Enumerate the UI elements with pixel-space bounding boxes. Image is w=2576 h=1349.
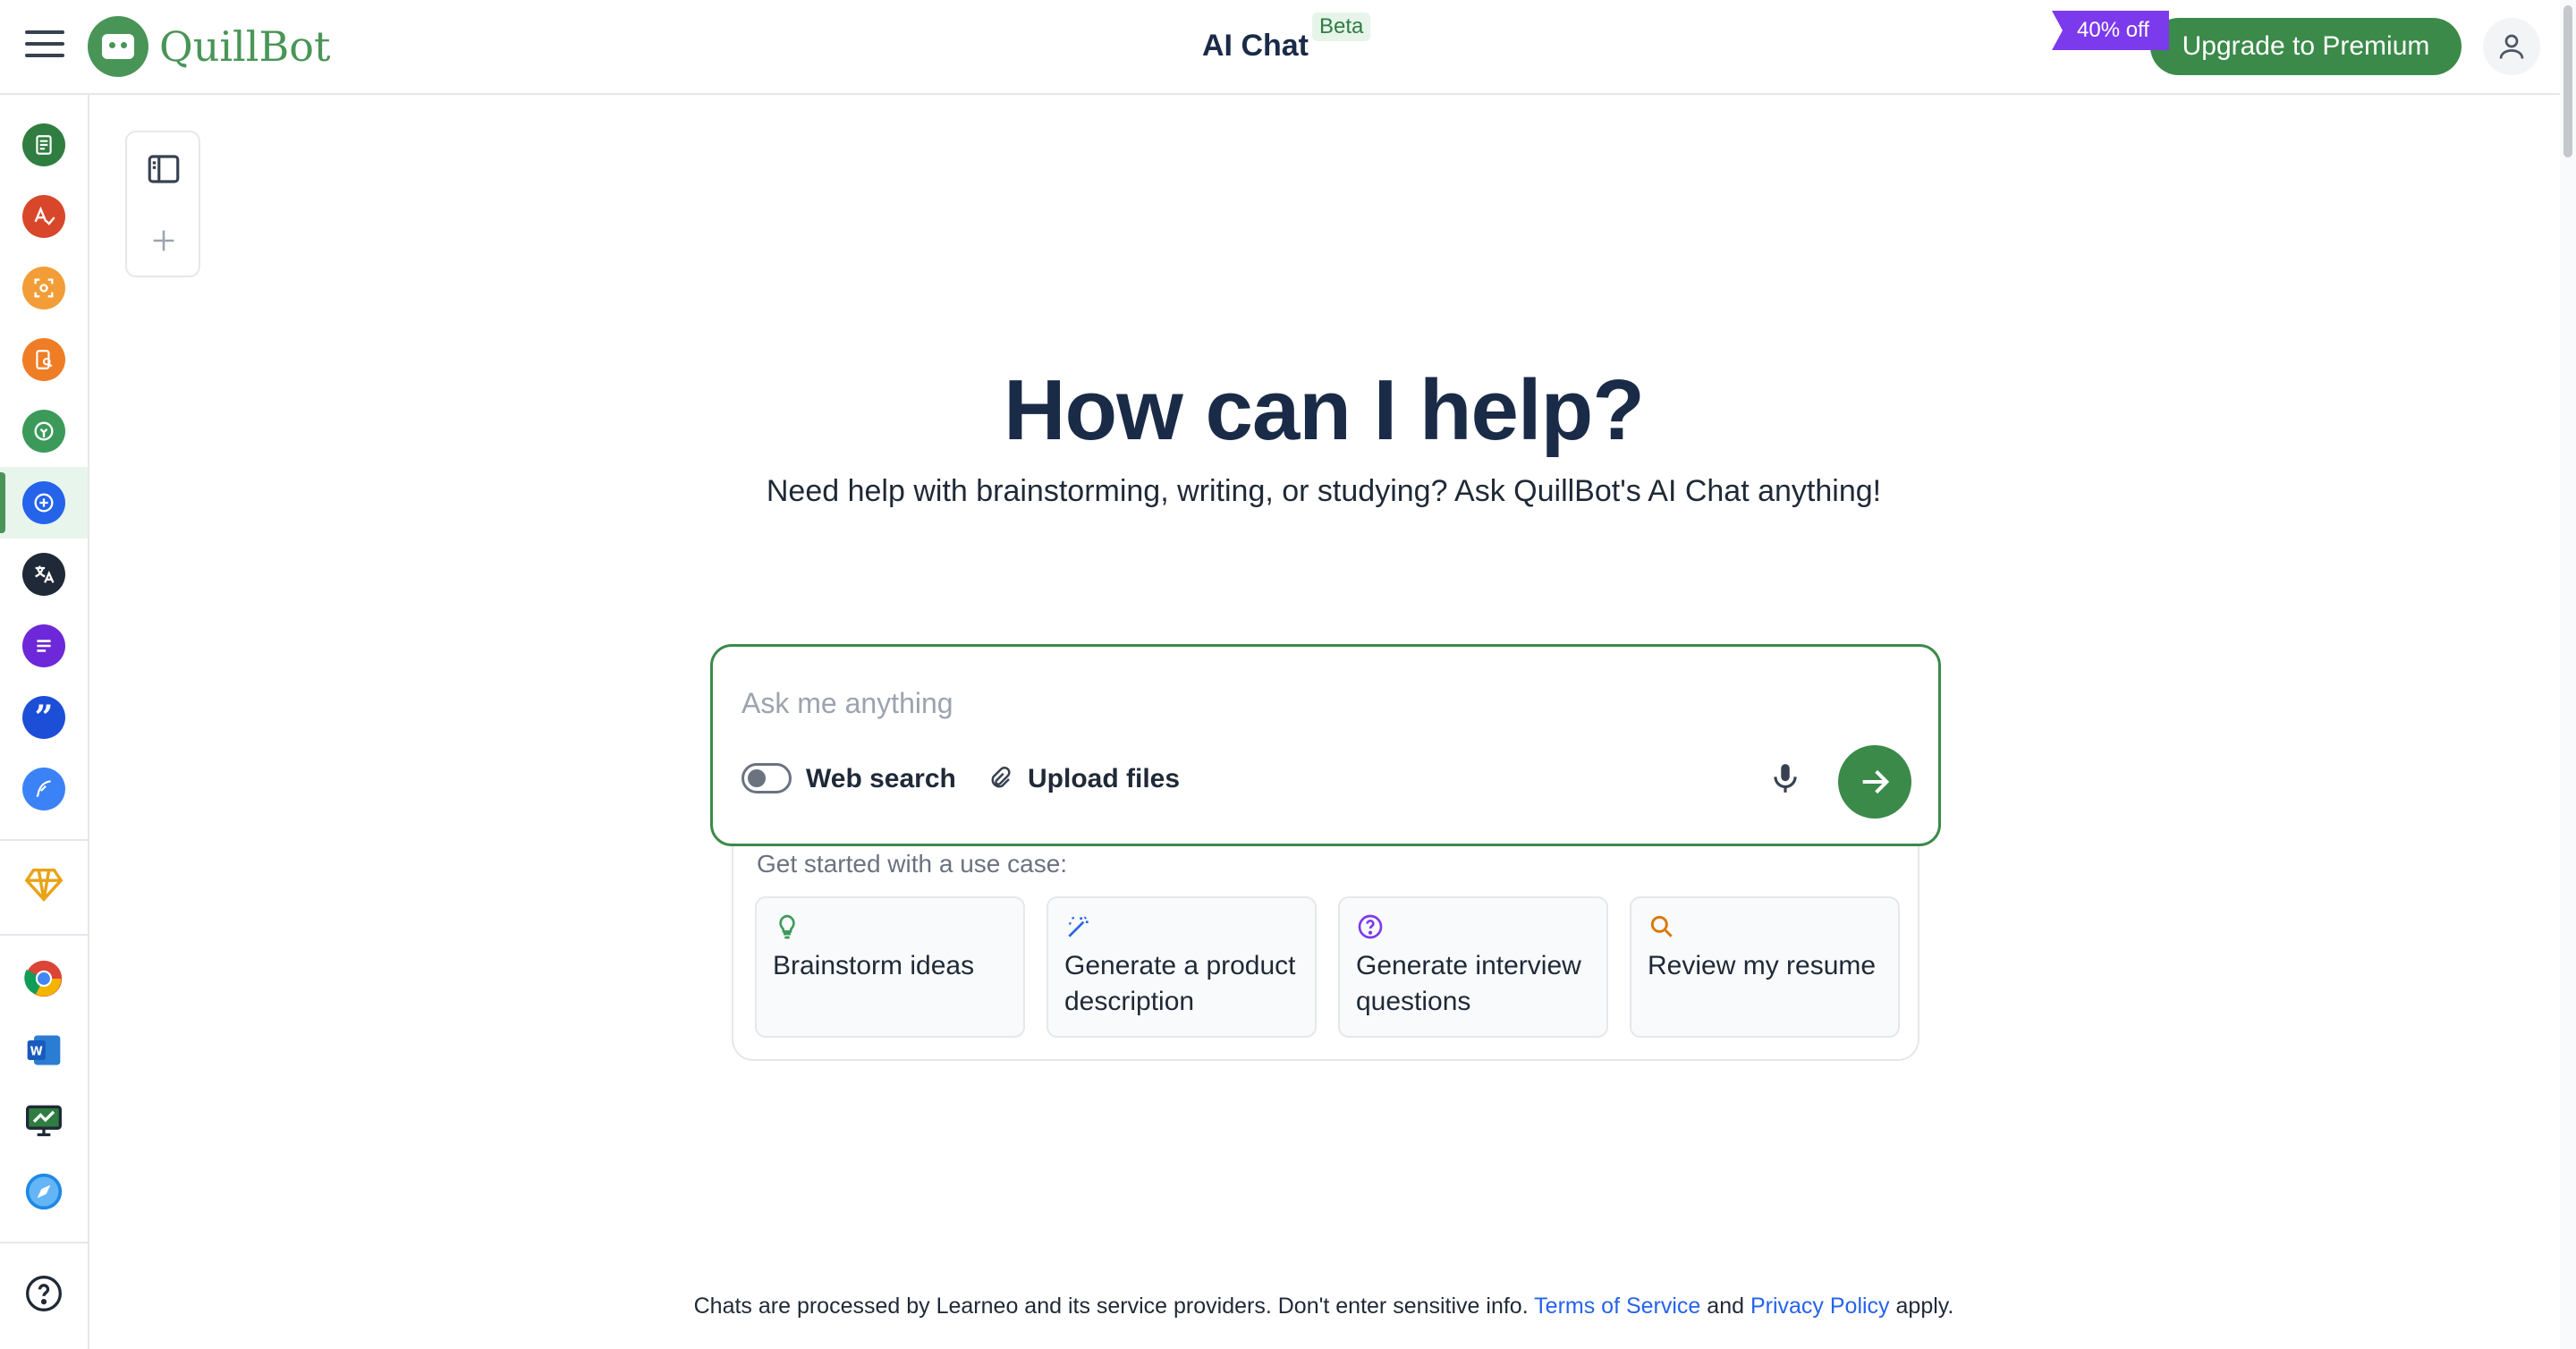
arrow-right-icon: [1862, 769, 1890, 794]
sidebar-divider: [0, 1242, 88, 1243]
sidebar-item-summarizer[interactable]: [0, 610, 88, 682]
hamburger-menu-icon[interactable]: [25, 30, 64, 63]
terms-of-service-link[interactable]: Terms of Service: [1534, 1294, 1700, 1319]
grammar-checker-icon: [22, 195, 65, 238]
new-chat-button[interactable]: [141, 218, 186, 263]
footer-and: and: [1707, 1294, 1745, 1319]
lightbulb-icon: [779, 914, 795, 939]
toggle-history-button[interactable]: [141, 147, 186, 191]
safari-icon: [25, 1173, 63, 1210]
quillbot-bot-icon: [88, 16, 148, 77]
use-case-title: Get started with a use case:: [757, 850, 1068, 878]
chat-input-box: Web search Upload files: [710, 644, 1941, 846]
sidebar-item-grammar-checker[interactable]: [0, 181, 88, 252]
use-case-card-interview-questions[interactable]: Generate interview questions: [1338, 896, 1608, 1038]
use-case-card-brainstorm[interactable]: Brainstorm ideas: [755, 896, 1025, 1038]
upload-files-label: Upload files: [1028, 764, 1181, 793]
use-case-label: Generate a product description: [1064, 951, 1296, 1016]
sidebar-divider: [0, 839, 88, 841]
sidebar-item-paraphraser[interactable]: [0, 109, 88, 181]
page-title-group: AI Chat Beta: [1202, 13, 1371, 64]
use-case-card-product-description[interactable]: Generate a product description: [1046, 896, 1317, 1038]
sidebar-item-premium[interactable]: [0, 848, 88, 920]
use-case-label: Review my resume: [1648, 951, 1877, 980]
plus-icon: [153, 230, 174, 251]
quillbot-logo[interactable]: QuillBot: [88, 14, 330, 79]
paraphraser-icon: [22, 123, 65, 166]
hero-title: How can I help?: [1004, 362, 1645, 458]
scrollbar-thumb[interactable]: [2563, 5, 2572, 157]
diamond-icon: [24, 868, 64, 902]
summarizer-icon: [22, 624, 65, 667]
sidebar-item-flow[interactable]: [0, 753, 88, 825]
user-icon: [2499, 34, 2524, 59]
translator-icon: [22, 553, 65, 596]
logo-text: QuillBot: [159, 22, 331, 71]
page-title: AI Chat: [1202, 29, 1309, 63]
microphone-icon: [1774, 764, 1797, 793]
svg-text:W: W: [30, 1046, 43, 1059]
voice-input-button[interactable]: [1763, 756, 1808, 801]
upload-files-button[interactable]: Upload files: [987, 759, 1180, 799]
sidebar-item-translator[interactable]: [0, 539, 88, 610]
discount-badge: 40% off: [2052, 11, 2169, 50]
sidebar-item-citation-generator[interactable]: ”: [0, 682, 88, 753]
footer-apply: apply.: [1895, 1294, 1954, 1319]
send-button[interactable]: [1838, 745, 1911, 819]
chat-input[interactable]: [741, 681, 1815, 725]
use-case-label: Generate interview questions: [1356, 951, 1581, 1016]
sidebar-divider: [0, 934, 88, 936]
sidebar-item-word-addin[interactable]: W: [0, 1014, 88, 1086]
footer-disclaimer: Chats are processed by Learneo and its s…: [0, 1294, 2576, 1319]
beta-badge: Beta: [1312, 13, 1371, 41]
hero-subtitle: Need help with brainstorming, writing, o…: [766, 474, 1882, 508]
use-case-label: Brainstorm ideas: [773, 951, 975, 980]
footer-text: Chats are processed by Learneo and its s…: [693, 1294, 1529, 1319]
sidebar-item-desktop-app[interactable]: [0, 1084, 88, 1156]
upgrade-premium-button[interactable]: Upgrade to Premium: [2150, 18, 2462, 75]
privacy-policy-link[interactable]: Privacy Policy: [1750, 1294, 1890, 1319]
chrome-icon: [24, 960, 63, 997]
paperclip-icon: [991, 766, 1011, 788]
tools-sidebar: ” W: [0, 95, 89, 1349]
top-header: QuillBot AI Chat Beta 40% off Upgrade to…: [0, 0, 2576, 95]
magic-wand-icon: [1068, 916, 1089, 938]
word-icon: W: [27, 1035, 61, 1065]
sidebar-item-chrome-extension[interactable]: [0, 943, 88, 1014]
sidebar-item-safari-extension[interactable]: [0, 1156, 88, 1227]
desktop-monitor-icon: [26, 1105, 62, 1137]
quote-icon: ”: [22, 696, 65, 739]
use-case-card-review-resume[interactable]: Review my resume: [1630, 896, 1900, 1038]
ai-detector-icon: [22, 267, 65, 310]
question-circle-icon: [1358, 914, 1383, 939]
page-scrollbar[interactable]: [2560, 0, 2576, 1349]
web-search-label: Web search: [806, 764, 956, 793]
quill-pen-icon: [22, 768, 65, 810]
sidebar-item-ai-detector[interactable]: [0, 252, 88, 324]
chat-tools-panel: [125, 131, 200, 277]
web-search-toggle[interactable]: [741, 763, 792, 793]
search-icon: [1650, 915, 1673, 938]
sidebar-panel-icon: [148, 155, 180, 183]
account-button[interactable]: [2483, 18, 2540, 75]
use-case-panel: Get started with a use case: Brainstorm …: [732, 823, 1919, 1061]
